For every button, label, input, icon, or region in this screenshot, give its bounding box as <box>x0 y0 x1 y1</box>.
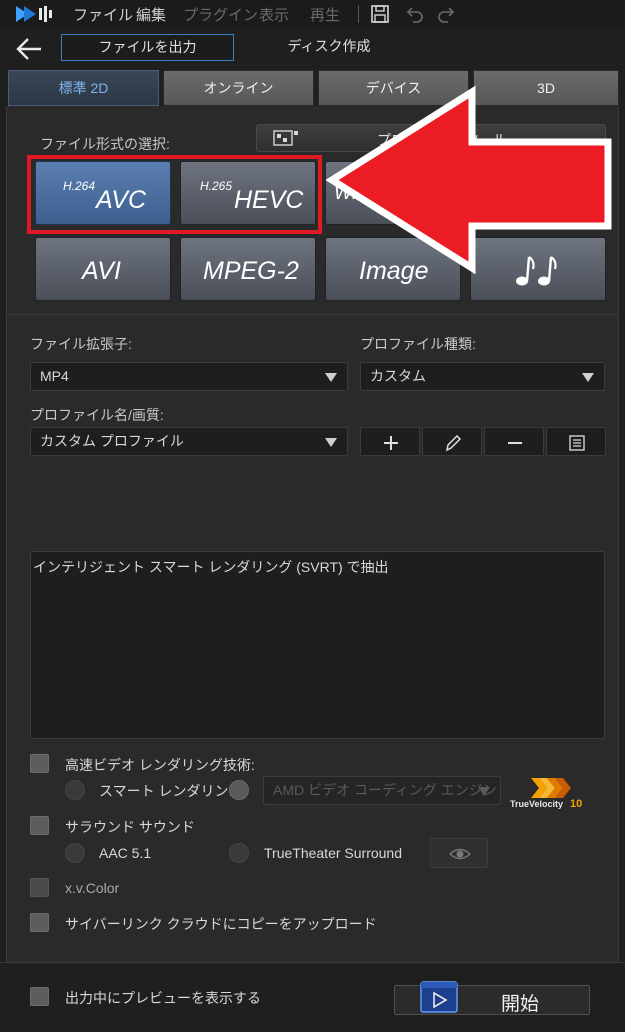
menu-edit[interactable]: 編集 <box>136 4 166 25</box>
cloud-upload-label: サイバーリンク クラウドにコピーをアップロード <box>65 916 377 932</box>
smart-render-radio[interactable] <box>65 780 85 800</box>
menu-playback[interactable]: 再生 <box>310 4 340 25</box>
svrt-info-box: インテリジェント スマート レンダリング (SVRT) で抽出 <box>30 551 605 739</box>
truevelocity-text: TrueVelocity <box>510 799 563 809</box>
eye-icon <box>448 848 472 860</box>
delete-profile-button[interactable] <box>484 427 544 456</box>
start-label: 開始 <box>501 994 540 1015</box>
surround-checkbox[interactable] <box>30 816 49 835</box>
format-mpeg2-button[interactable]: MPEG-2 <box>180 237 316 301</box>
chevron-down-icon <box>325 373 337 382</box>
surround-label: サラウンド サウンド <box>65 819 195 835</box>
chevron-down-icon <box>582 373 594 382</box>
back-arrow-icon[interactable] <box>14 35 44 63</box>
profile-name-value: カスタム プロファイル <box>40 433 184 449</box>
edit-profile-button[interactable] <box>422 427 482 456</box>
truetheater-label: TrueTheater Surround <box>264 845 402 861</box>
profile-tool-icon <box>273 130 298 146</box>
save-icon[interactable] <box>369 3 391 25</box>
xvcolor-label: x.v.Color <box>65 880 120 896</box>
format-avi-label: AVI <box>82 257 121 285</box>
truevelocity-logo: TrueVelocity 10 <box>510 778 582 810</box>
menu-plugin[interactable]: プラグイン <box>183 4 258 25</box>
fast-render-checkbox[interactable] <box>30 754 49 773</box>
tab-standard-2d[interactable]: 標準 2D <box>8 70 159 106</box>
amd-engine-value: AMD ビデオ コーディング エンジン <box>273 782 497 798</box>
xvcolor-checkbox[interactable] <box>30 878 49 897</box>
tab-online[interactable]: オンライン <box>163 70 314 106</box>
menu-view[interactable]: 表示 <box>259 4 289 25</box>
truetheater-settings-button[interactable] <box>430 838 488 868</box>
file-extension-label: ファイル拡張子: <box>30 336 132 352</box>
tab-create-disc[interactable]: ディスク作成 <box>268 34 390 61</box>
profile-type-label: プロファイル種類: <box>360 336 476 352</box>
amd-engine-dropdown[interactable]: AMD ビデオ コーディング エンジン <box>263 776 501 805</box>
tab-produce-file[interactable]: ファイルを出力 <box>61 34 234 61</box>
plus-icon <box>384 436 398 450</box>
amd-engine-radio[interactable] <box>229 780 249 800</box>
red-arrow-annotation <box>325 85 612 274</box>
add-profile-button[interactable] <box>360 427 420 456</box>
profile-details-button[interactable] <box>546 427 606 456</box>
start-button[interactable]: 開始 <box>394 981 590 1015</box>
truevelocity-version: 10 <box>570 798 582 810</box>
truetheater-radio[interactable] <box>229 843 249 863</box>
menu-separator <box>358 5 359 23</box>
profile-name-dropdown[interactable]: カスタム プロファイル <box>30 427 348 456</box>
smart-render-label: スマート レンダリン… <box>99 783 243 799</box>
file-extension-value: MP4 <box>40 368 69 384</box>
section-divider <box>7 314 618 315</box>
menu-bar: ファイル 編集 プラグイン 表示 再生 <box>0 0 625 28</box>
pencil-icon <box>445 434 462 452</box>
preview-label: 出力中にプレビューを表示する <box>65 990 261 1006</box>
aac-label: AAC 5.1 <box>99 845 152 861</box>
undo-icon[interactable] <box>403 3 425 25</box>
app-logo[interactable] <box>14 4 54 24</box>
highlight-box <box>27 155 322 234</box>
list-icon <box>569 435 585 451</box>
minus-icon <box>508 442 522 444</box>
format-avi-button[interactable]: AVI <box>35 237 171 301</box>
profile-name-label: プロファイル名/画質: <box>30 407 164 423</box>
svrt-info-text: インテリジェント スマート レンダリング (SVRT) で抽出 <box>33 559 389 575</box>
fast-render-label: 高速ビデオ レンダリング技術: <box>65 757 255 773</box>
preview-checkbox[interactable] <box>30 987 49 1006</box>
file-extension-dropdown[interactable]: MP4 <box>30 362 348 391</box>
file-format-label: ファイル形式の選択: <box>40 136 170 152</box>
profile-type-value: カスタム <box>370 368 426 384</box>
redo-icon[interactable] <box>436 3 458 25</box>
aac-radio[interactable] <box>65 843 85 863</box>
chevron-down-icon <box>478 787 490 796</box>
cloud-upload-checkbox[interactable] <box>30 913 49 932</box>
play-icon <box>420 981 458 1013</box>
format-mpeg2-label: MPEG-2 <box>203 257 299 285</box>
profile-type-dropdown[interactable]: カスタム <box>360 362 605 391</box>
menu-file[interactable]: ファイル <box>73 4 133 25</box>
chevron-down-icon <box>325 438 337 447</box>
